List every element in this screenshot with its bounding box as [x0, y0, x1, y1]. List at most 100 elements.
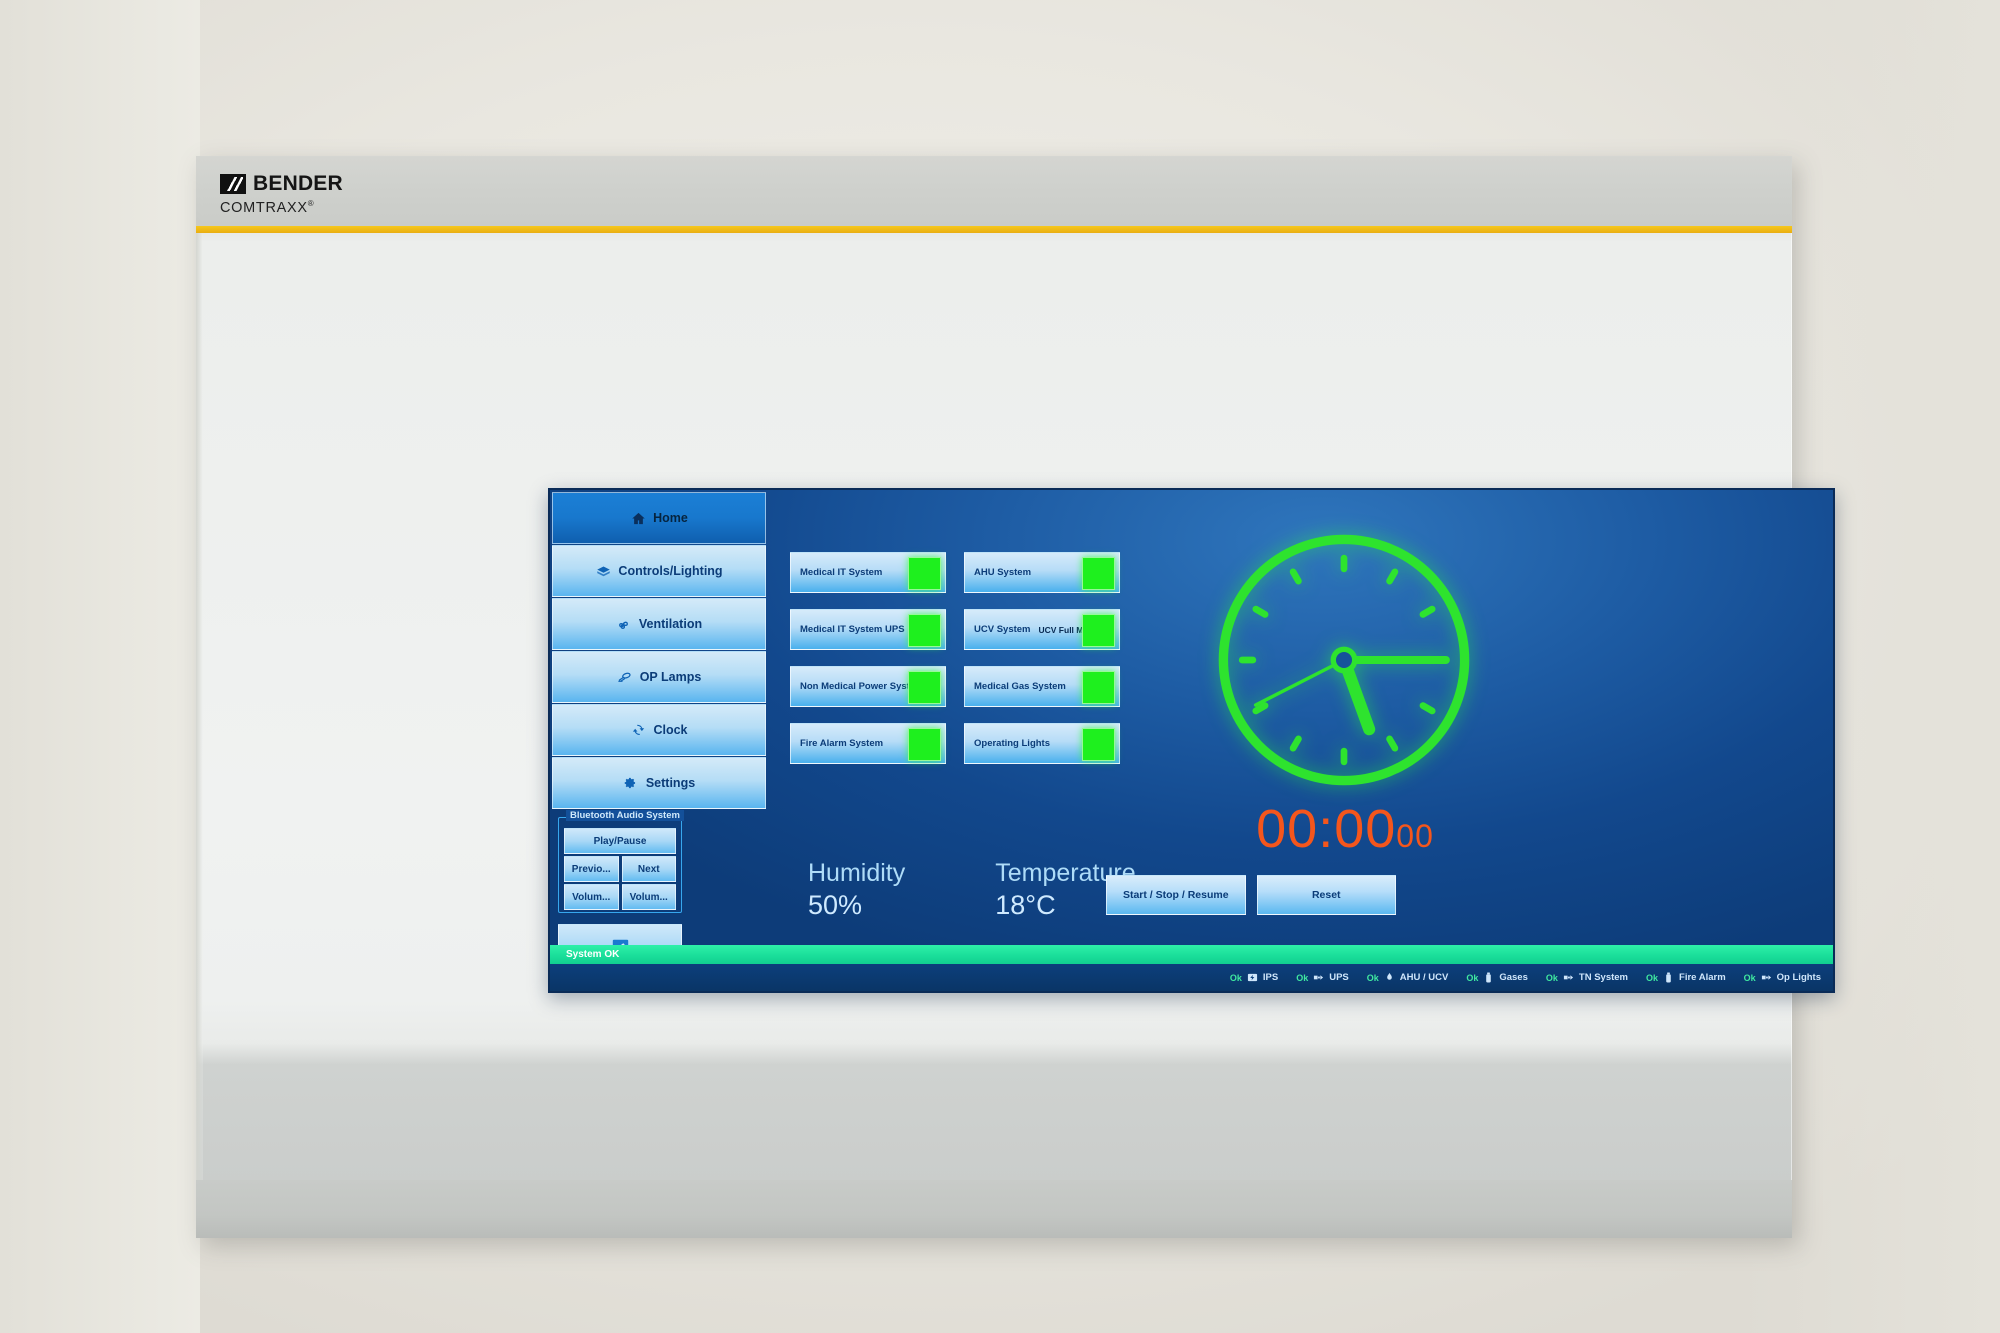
status-item-fire-alarm[interactable]: Ok Fire Alarm [1646, 972, 1726, 983]
next-button[interactable]: Next [621, 856, 676, 882]
environment-readouts: Humidity 50% Temperature 18°C [808, 860, 1136, 921]
status-led [908, 728, 941, 761]
sidebar-nav: Home Controls/Lighting Ventilation OP La… [552, 492, 766, 970]
stopwatch-centiseconds: 00 [1396, 818, 1434, 854]
tile-medical-it-system[interactable]: Medical IT System [790, 552, 946, 593]
volume-down-button[interactable]: Volum... [564, 884, 619, 910]
brand-subtitle-text: COMTRAXX [220, 199, 308, 216]
tile-label: UCV System [974, 624, 1031, 635]
status-item-tn-system[interactable]: Ok TN System [1546, 972, 1628, 983]
bluetooth-volume-row: Volum... Volum... [564, 884, 676, 910]
previous-button[interactable]: Previo... [564, 856, 619, 882]
tile-fire-alarm-system[interactable]: Fire Alarm System [790, 723, 946, 764]
tile-label: Medical IT System UPS [800, 624, 905, 635]
status-item-ips[interactable]: Ok IPS [1230, 972, 1278, 983]
sidebar-item-label: OP Lamps [639, 670, 702, 684]
system-status-bar: System OK [550, 945, 1833, 964]
status-name: Fire Alarm [1679, 972, 1726, 983]
panel-footer-band [196, 1180, 1792, 1238]
tile-label: AHU System [974, 567, 1032, 578]
brand-name: BENDER [253, 172, 343, 195]
humidity-label: Humidity [808, 859, 906, 887]
status-name: Gases [1499, 972, 1528, 983]
status-ok-label: Ok [1545, 972, 1558, 983]
status-ok-label: Ok [1466, 972, 1479, 983]
sidebar-item-label: Settings [645, 776, 696, 790]
status-item-gases[interactable]: Ok Gases [1466, 972, 1528, 983]
bluetooth-track-row: Previo... Next [564, 856, 676, 882]
brand-logo: BENDER COMTRAXX® [220, 172, 343, 216]
wall-shade-left [0, 0, 200, 1333]
home-icon [630, 510, 646, 526]
system-status-text: System OK [566, 949, 620, 960]
tile-medical-it-system-ups[interactable]: Medical IT System UPS [790, 609, 946, 650]
fire-alarm-icon [1663, 972, 1674, 983]
ups-icon [1313, 972, 1324, 983]
panel-left-edge [196, 156, 203, 1238]
status-name: TN System [1578, 972, 1628, 983]
status-ok-label: Ok [1296, 972, 1309, 983]
op-lights-icon [1761, 972, 1772, 983]
play-pause-button[interactable]: Play/Pause [564, 828, 676, 854]
sidebar-item-settings[interactable]: Settings [552, 757, 766, 809]
status-item-ahu-ucv[interactable]: Ok AHU / UCV [1367, 972, 1449, 983]
status-led [1082, 614, 1115, 647]
status-led [1082, 557, 1115, 590]
bender-logo-icon [220, 174, 246, 194]
tile-medical-gas-system[interactable]: Medical Gas System [964, 666, 1120, 707]
status-item-ups[interactable]: Ok UPS [1296, 972, 1349, 983]
bluetooth-audio-panel: Bluetooth Audio System Play/Pause Previo… [558, 810, 684, 913]
gas-cylinder-icon [1483, 972, 1494, 983]
humidity-value: 50% [808, 890, 863, 921]
analog-clock-face [1218, 534, 1470, 786]
glass-wall-panel: BENDER COMTRAXX® Home Controls/Lighting [196, 156, 1835, 1238]
status-ok-label: Ok [1743, 972, 1756, 983]
tile-ucv-system[interactable]: UCV System UCV Full Mode [964, 609, 1120, 650]
tile-ahu-system[interactable]: AHU System [964, 552, 1120, 593]
tn-system-icon [1563, 972, 1574, 983]
tile-label: Medical Gas System [974, 681, 1066, 692]
status-ok-label: Ok [1646, 972, 1659, 983]
sidebar-item-label: Ventilation [638, 617, 703, 631]
brand-subtitle: COMTRAXX® [220, 199, 343, 216]
status-led [908, 671, 941, 704]
tile-non-medical-power-system[interactable]: Non Medical Power System [790, 666, 946, 707]
status-name: UPS [1329, 972, 1349, 983]
humidity-readout: Humidity 50% [808, 860, 905, 921]
status-name: Op Lights [1776, 972, 1821, 983]
start-stop-resume-button[interactable]: Start / Stop / Resume [1106, 875, 1246, 915]
analog-clock [1210, 526, 1478, 794]
subsystem-status-row: Ok IPS Ok UPS Ok AHU / UCV Ok Gases Ok T… [550, 964, 1833, 991]
ahu-ucv-icon [1384, 972, 1395, 983]
sidebar-item-label: Clock [653, 723, 688, 737]
op-lamps-icon [617, 669, 633, 685]
ips-icon [1247, 972, 1258, 983]
status-ok-label: Ok [1229, 972, 1242, 983]
sidebar-item-clock[interactable]: Clock [552, 704, 766, 756]
touch-screen: Home Controls/Lighting Ventilation OP La… [548, 488, 1835, 993]
tile-operating-lights[interactable]: Operating Lights [964, 723, 1120, 764]
bluetooth-audio-legend: Bluetooth Audio System [566, 810, 684, 821]
sidebar-item-label: Home [653, 511, 688, 525]
tile-column-left: Medical IT System Medical IT System UPS … [790, 552, 946, 780]
stopwatch-main: 00:00 [1256, 799, 1397, 859]
sidebar-item-ventilation[interactable]: Ventilation [552, 598, 766, 650]
sidebar-item-controls-lighting[interactable]: Controls/Lighting [552, 545, 766, 597]
reset-button[interactable]: Reset [1256, 875, 1396, 915]
status-item-op-lights[interactable]: Ok Op Lights [1744, 972, 1821, 983]
stopwatch-display: 00:0000 [1190, 802, 1500, 856]
status-name: AHU / UCV [1399, 972, 1449, 983]
gear-icon [623, 775, 639, 791]
controls-lighting-icon [595, 563, 611, 579]
tile-label: Non Medical Power System [800, 681, 924, 692]
tile-label: Fire Alarm System [800, 738, 884, 749]
status-name: IPS [1262, 972, 1279, 983]
clock-refresh-icon [630, 722, 646, 738]
tile-label: Operating Lights [974, 738, 1050, 749]
sidebar-item-op-lamps[interactable]: OP Lamps [552, 651, 766, 703]
volume-up-button[interactable]: Volum... [621, 884, 676, 910]
status-led [908, 614, 941, 647]
stopwatch-controls: Start / Stop / Resume Reset [1106, 875, 1396, 915]
sidebar-item-home[interactable]: Home [552, 492, 766, 544]
sidebar-item-label: Controls/Lighting [618, 564, 723, 578]
